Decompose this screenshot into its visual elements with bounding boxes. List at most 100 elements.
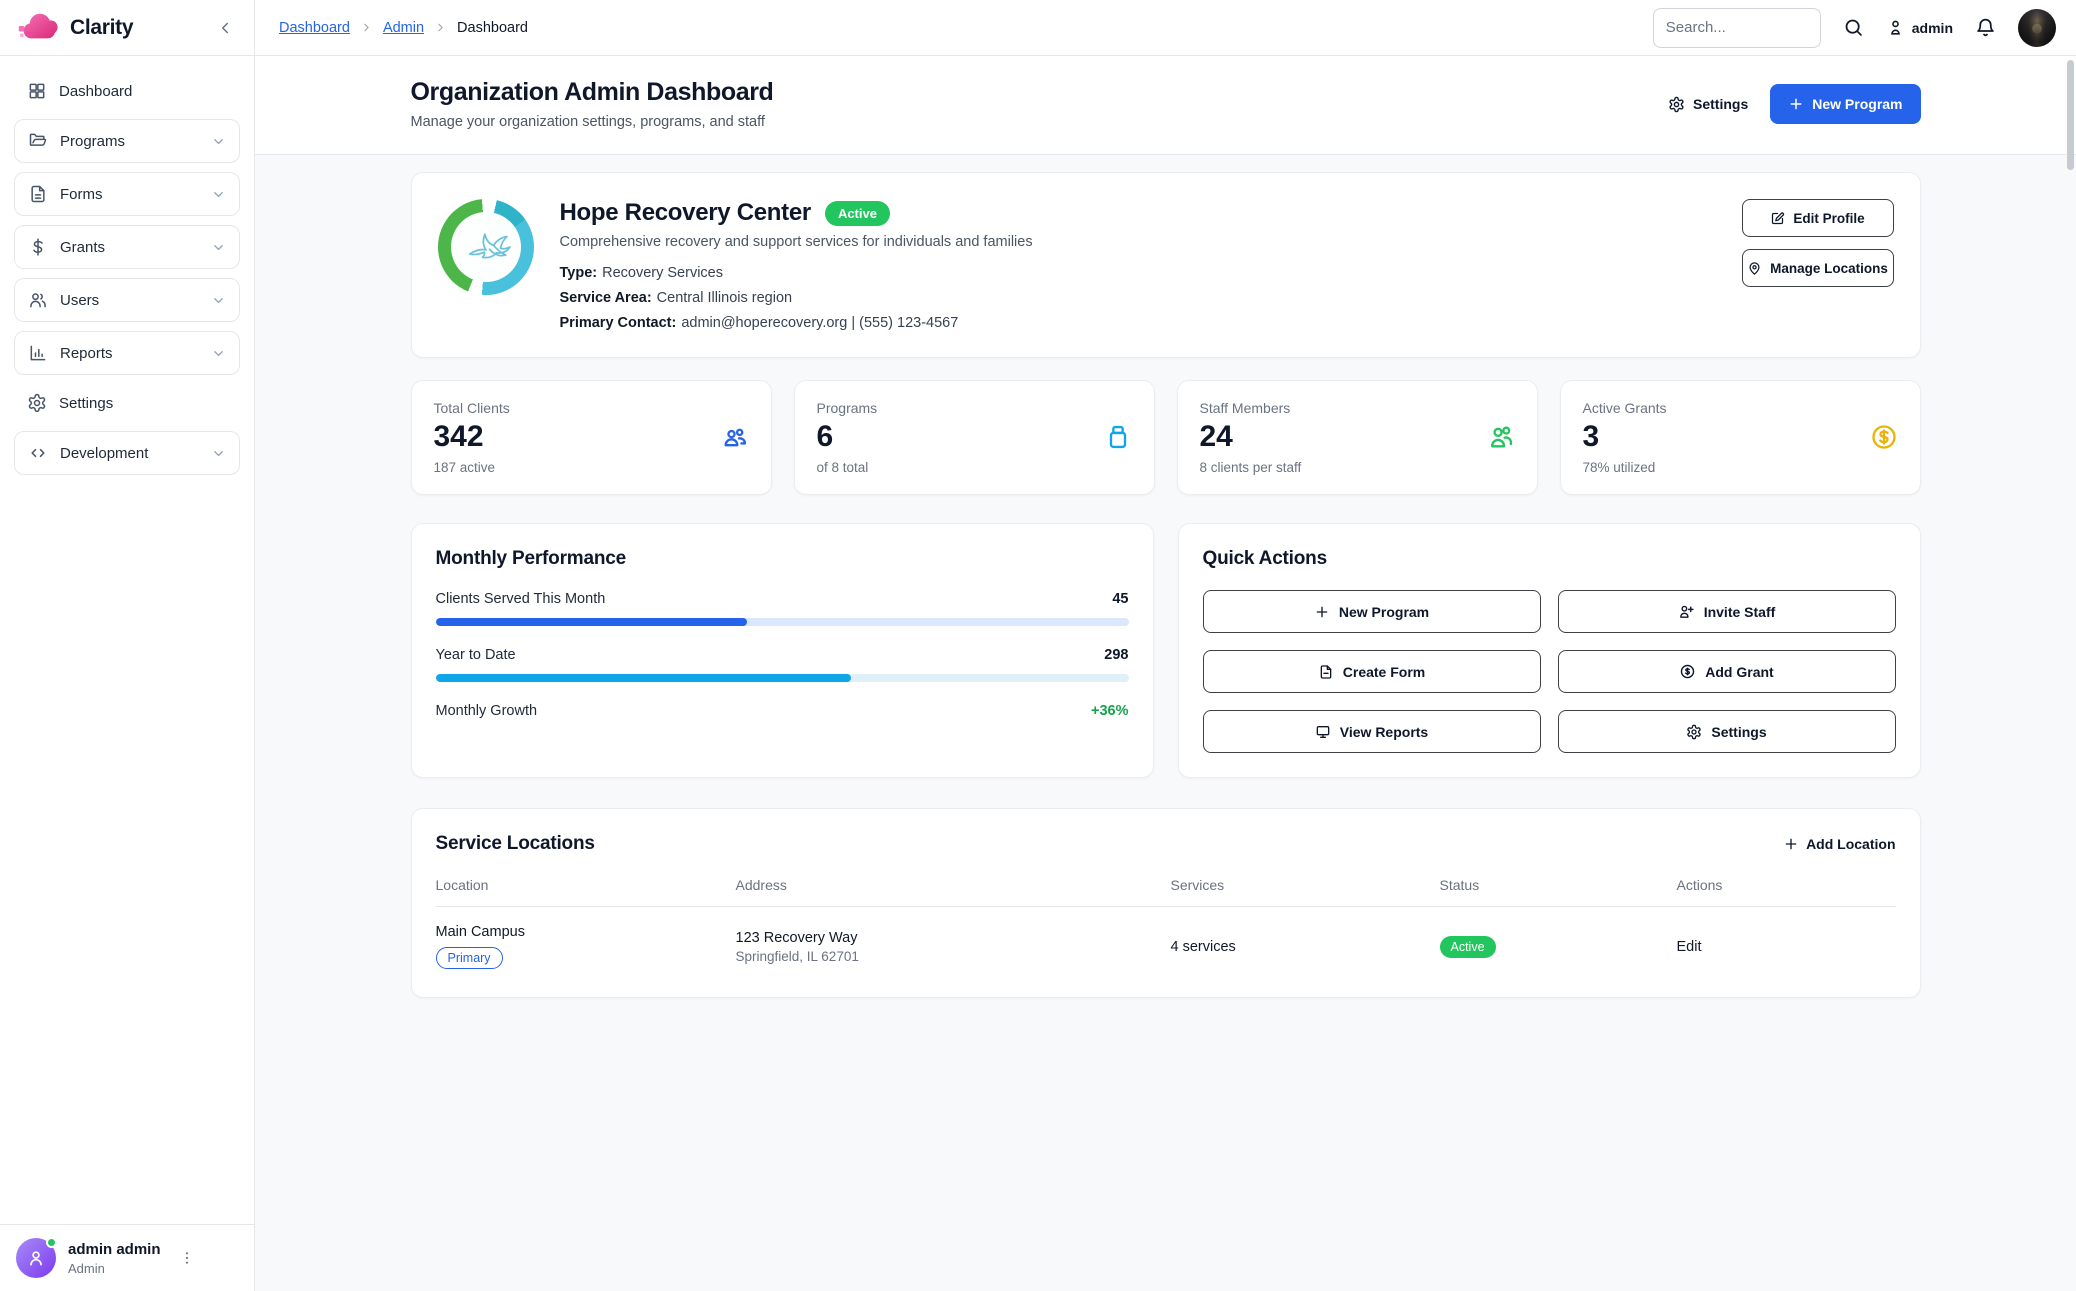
stat-card-active-grants: Active Grants 3 78% utilized [1560, 380, 1921, 495]
app-window: Clarity Dashboard Programs [0, 0, 2076, 1291]
org-logo [438, 199, 534, 295]
sidebar-item-grants[interactable]: Grants [14, 225, 240, 269]
chevron-left-icon [216, 19, 234, 37]
address-line2: Springfield, IL 62701 [736, 949, 1171, 964]
notifications-button[interactable] [1973, 15, 1998, 40]
user-menu-button[interactable] [175, 1246, 199, 1270]
file-text-icon [28, 184, 48, 204]
org-primary-contact-line: Primary Contact:admin@hoperecovery.org |… [560, 315, 1722, 331]
edit-location-button[interactable]: Edit [1677, 939, 1702, 955]
add-location-button[interactable]: Add Location [1783, 836, 1895, 852]
user-menu-chip[interactable]: admin [1886, 18, 1953, 37]
stat-value: 6 [817, 420, 834, 454]
chevron-down-icon [211, 134, 226, 149]
table-row: Main Campus Primary 123 Recovery Way Spr… [436, 907, 1896, 969]
manage-locations-button[interactable]: Manage Locations [1742, 249, 1894, 287]
sidebar-item-dashboard[interactable]: Dashboard [14, 72, 240, 110]
quick-action-settings[interactable]: Settings [1558, 710, 1896, 753]
scrollbar[interactable] [2067, 60, 2074, 170]
sidebar-item-label: Settings [59, 395, 113, 412]
bar-chart-icon [28, 343, 48, 363]
location-name: Main Campus [436, 924, 736, 940]
sidebar-collapse-button[interactable] [212, 15, 238, 41]
settings-button[interactable]: Settings [1668, 96, 1748, 113]
stat-value: 3 [1583, 420, 1600, 454]
service-locations-title: Service Locations [436, 833, 595, 855]
breadcrumb-link-dashboard[interactable]: Dashboard [279, 20, 350, 36]
sidebar-user-card[interactable]: admin admin Admin [0, 1224, 254, 1291]
sidebar-item-label: Forms [60, 186, 103, 203]
address-line1: 123 Recovery Way [736, 930, 1171, 946]
sidebar-item-users[interactable]: Users [14, 278, 240, 322]
sidebar-item-label: Dashboard [59, 83, 132, 100]
code-icon [28, 443, 48, 463]
primary-badge: Primary [436, 947, 503, 969]
stat-sublabel: 78% utilized [1583, 460, 1898, 475]
quick-action-add-grant[interactable]: Add Grant [1558, 650, 1896, 693]
dollar-circle-icon [1870, 423, 1898, 451]
org-name: Hope Recovery Center [560, 199, 811, 227]
stat-card-programs: Programs 6 of 8 total [794, 380, 1155, 495]
perf-row-clients-served: Clients Served This Month 45 [436, 591, 1129, 626]
perf-value: 45 [1112, 591, 1128, 607]
progress-track [436, 674, 1129, 682]
breadcrumb: Dashboard Admin Dashboard [279, 20, 528, 36]
edit-profile-button[interactable]: Edit Profile [1742, 199, 1894, 237]
org-profile-card: Hope Recovery Center Active Comprehensiv… [411, 172, 1921, 358]
search-icon [1843, 17, 1864, 38]
sidebar-item-reports[interactable]: Reports [14, 331, 240, 375]
org-status-badge: Active [825, 201, 890, 226]
stats-row: Total Clients 342 187 active Programs 6 [411, 380, 1921, 495]
dollar-icon [28, 237, 48, 257]
sidebar-item-label: Reports [60, 345, 113, 362]
page-title: Organization Admin Dashboard [411, 78, 774, 107]
quick-action-view-reports[interactable]: View Reports [1203, 710, 1541, 753]
grid-icon [27, 81, 47, 101]
sidebar-item-programs[interactable]: Programs [14, 119, 240, 163]
breadcrumb-link-admin[interactable]: Admin [383, 20, 424, 36]
sidebar-item-forms[interactable]: Forms [14, 172, 240, 216]
column-header: Services [1171, 877, 1440, 893]
locations-table: Location Address Services Status Actions… [436, 877, 1896, 969]
quick-actions-card: Quick Actions New Program Invite Staff [1178, 523, 1921, 778]
search-button[interactable] [1841, 15, 1866, 40]
org-description: Comprehensive recovery and support servi… [560, 234, 1722, 250]
sidebar-item-label: Grants [60, 239, 105, 256]
progress-fill [436, 618, 748, 626]
plus-icon [1314, 604, 1330, 620]
column-header: Location [436, 877, 736, 893]
service-locations-card: Service Locations Add Location Location … [411, 808, 1921, 998]
users-group-icon [721, 423, 749, 451]
stat-label: Total Clients [434, 400, 749, 416]
sidebar-item-development[interactable]: Development [14, 431, 240, 475]
sidebar-item-settings[interactable]: Settings [14, 384, 240, 422]
bell-icon [1975, 17, 1996, 38]
search-input[interactable] [1653, 8, 1821, 48]
profile-avatar[interactable] [2018, 9, 2056, 47]
breadcrumb-current: Dashboard [457, 20, 528, 36]
services-count: 4 services [1171, 939, 1440, 955]
new-program-button[interactable]: New Program [1770, 84, 1920, 124]
gear-icon [27, 393, 47, 413]
quick-action-create-form[interactable]: Create Form [1203, 650, 1541, 693]
sidebar-header: Clarity [0, 0, 254, 56]
chevron-down-icon [211, 187, 226, 202]
staff-users-icon [1487, 423, 1515, 451]
quick-action-invite-staff[interactable]: Invite Staff [1558, 590, 1896, 633]
perf-label: Monthly Growth [436, 703, 538, 719]
column-header: Status [1440, 877, 1677, 893]
perf-value: +36% [1091, 703, 1129, 719]
chevron-down-icon [211, 446, 226, 461]
page-header: Organization Admin Dashboard Manage your… [255, 56, 2076, 155]
user-name: admin admin [68, 1241, 161, 1259]
add-location-label: Add Location [1806, 836, 1895, 852]
stat-label: Active Grants [1583, 400, 1898, 416]
clarity-logo-icon [16, 12, 60, 44]
quick-action-new-program[interactable]: New Program [1203, 590, 1541, 633]
topbar: Dashboard Admin Dashboard [255, 0, 2076, 56]
file-icon [1318, 664, 1334, 680]
stat-label: Staff Members [1200, 400, 1515, 416]
sidebar-nav: Dashboard Programs Forms [0, 56, 254, 1224]
chevron-down-icon [211, 293, 226, 308]
stat-card-staff-members: Staff Members 24 8 clients per staff [1177, 380, 1538, 495]
